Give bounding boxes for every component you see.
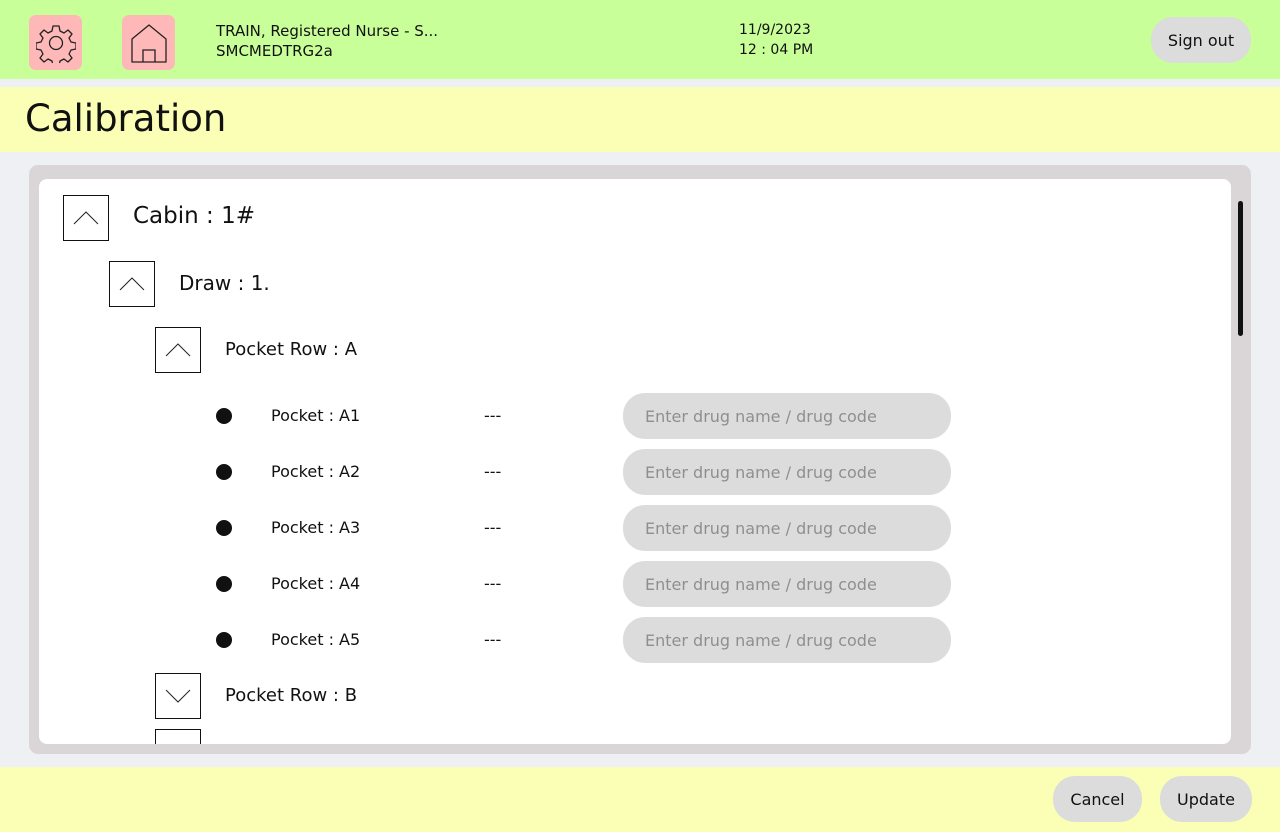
home-icon bbox=[130, 23, 167, 63]
pocket-a2-label: Pocket : A2 bbox=[271, 462, 361, 481]
pocket-a1-current-drug: --- bbox=[484, 406, 502, 425]
cabin-collapse-toggle[interactable] bbox=[63, 195, 109, 241]
pocket-a1-drug-input[interactable] bbox=[623, 393, 951, 439]
chevron-up-icon bbox=[165, 343, 191, 357]
pocket-bullet bbox=[216, 408, 232, 424]
pocket-row-a-collapse-toggle[interactable] bbox=[155, 327, 201, 373]
pocket-a5-current-drug: --- bbox=[484, 630, 502, 649]
top-bar bbox=[0, 0, 1280, 79]
scrollbar-thumb[interactable] bbox=[1238, 201, 1243, 336]
pocket-row-b-label: Pocket Row : B bbox=[225, 685, 358, 706]
pocket-a3-label: Pocket : A3 bbox=[271, 518, 361, 537]
calibration-tree: Cabin : 1# Draw : 1. Pocket Row : A Pock… bbox=[39, 179, 1231, 744]
cabin-label: Cabin : 1# bbox=[133, 203, 255, 229]
home-button[interactable] bbox=[122, 15, 175, 70]
pocket-a3-drug-input[interactable] bbox=[623, 505, 951, 551]
current-date: 11/9/2023 bbox=[739, 22, 811, 38]
pocket-bullet bbox=[216, 632, 232, 648]
date-time: 11/9/2023 12 : 04 PM bbox=[739, 20, 813, 60]
pocket-row-b-expand-toggle[interactable] bbox=[155, 673, 201, 719]
current-time: 12 : 04 PM bbox=[739, 42, 814, 58]
chevron-up-icon bbox=[73, 211, 99, 225]
pocket-a2-current-drug: --- bbox=[484, 462, 502, 481]
page-title: Calibration bbox=[25, 97, 227, 140]
pocket-a5-drug-input[interactable] bbox=[623, 617, 951, 663]
pocket-bullet bbox=[216, 520, 232, 536]
station-id: SMCMEDTRG2a bbox=[216, 42, 333, 60]
pocket-bullet bbox=[216, 576, 232, 592]
settings-button[interactable] bbox=[29, 15, 82, 70]
user-name: TRAIN, Registered Nurse - S... bbox=[216, 22, 439, 40]
draw-collapse-toggle[interactable] bbox=[109, 261, 155, 307]
pocket-bullet bbox=[216, 464, 232, 480]
cancel-button[interactable]: Cancel bbox=[1053, 776, 1142, 822]
pocket-a2-drug-input[interactable] bbox=[623, 449, 951, 495]
pocket-a4-drug-input[interactable] bbox=[623, 561, 951, 607]
draw-label: Draw : 1. bbox=[179, 271, 270, 295]
pocket-a1-label: Pocket : A1 bbox=[271, 406, 361, 425]
pocket-row-a-label: Pocket Row : A bbox=[225, 339, 358, 360]
next-row-toggle[interactable] bbox=[155, 729, 201, 744]
pocket-a3-current-drug: --- bbox=[484, 518, 502, 537]
update-button[interactable]: Update bbox=[1160, 776, 1252, 822]
pocket-a4-current-drug: --- bbox=[484, 574, 502, 593]
gear-icon bbox=[35, 24, 76, 63]
pocket-a4-label: Pocket : A4 bbox=[271, 574, 361, 593]
chevron-up-icon bbox=[119, 277, 145, 291]
sign-out-button[interactable]: Sign out bbox=[1151, 17, 1251, 63]
pocket-a5-label: Pocket : A5 bbox=[271, 630, 361, 649]
user-info: TRAIN, Registered Nurse - S... SMCMEDTRG… bbox=[216, 21, 438, 61]
chevron-down-icon bbox=[165, 689, 191, 703]
